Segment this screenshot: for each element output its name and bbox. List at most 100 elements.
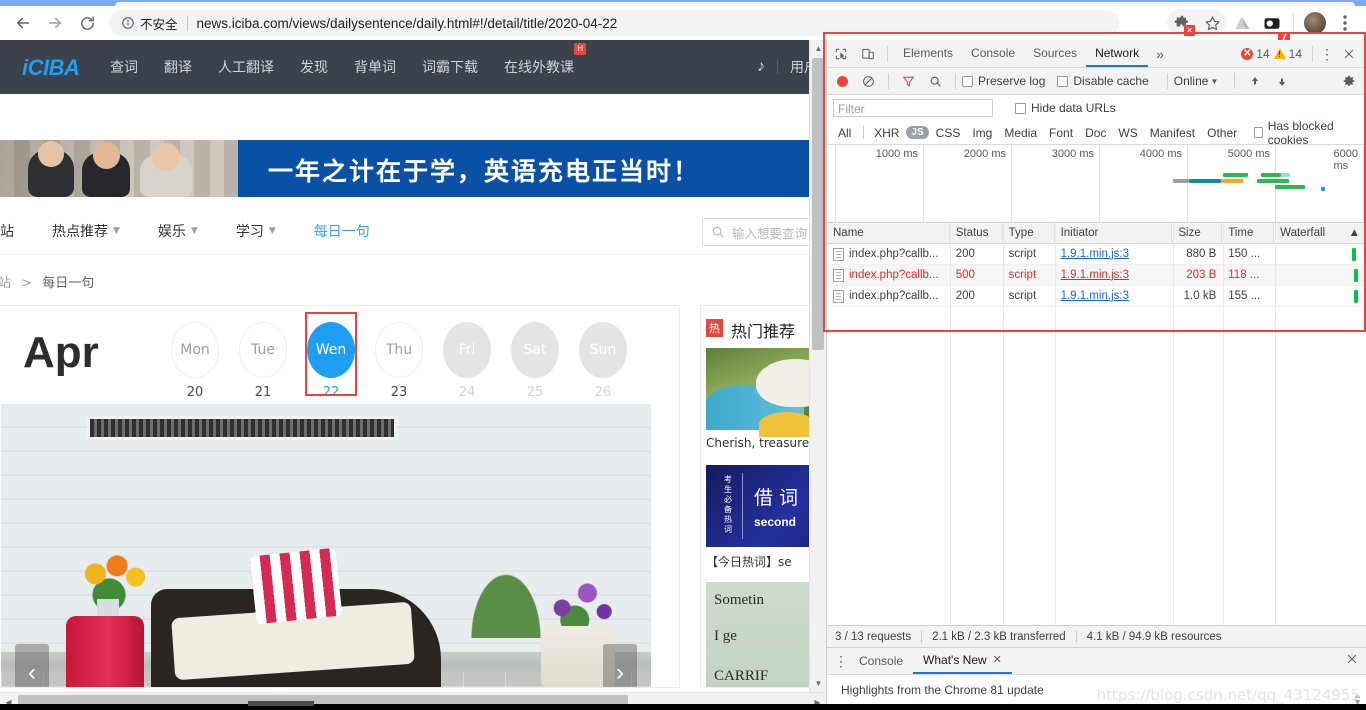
address-bar[interactable]: 不安全 news.iciba.com/views/dailysentence/d… [109, 10, 1119, 36]
type-filter-xhr[interactable]: XHR [869, 125, 904, 141]
list-item[interactable]: Sometin I ge CARRIF [706, 582, 811, 687]
close-icon[interactable]: ✕ [993, 647, 1002, 673]
type-filter-ws[interactable]: WS [1113, 125, 1142, 141]
calendar-day-tue[interactable]: Tue 21 [229, 316, 297, 400]
list-item[interactable]: Cherish, treasure [706, 348, 811, 450]
site-nav-item-3[interactable]: 发现 [300, 57, 328, 77]
record-button[interactable] [837, 75, 848, 87]
disable-cache-label[interactable]: Disable cache [1073, 74, 1148, 88]
calendar-day-mon[interactable]: Mon 20 [161, 316, 229, 400]
type-filter-font[interactable]: Font [1044, 125, 1078, 141]
subnav-item-hot[interactable]: 热点推荐 ▼ [52, 221, 120, 241]
settings-gear-icon[interactable] [1335, 68, 1362, 94]
subnav-item-daily-sentence[interactable]: 每日一句 [314, 221, 370, 241]
subnav-item-entertainment[interactable]: 娱乐 ▼ [158, 221, 198, 241]
column-header-waterfall[interactable]: Waterfall ▲ [1274, 223, 1366, 244]
site-logo[interactable]: iCIBA [22, 55, 80, 81]
disable-cache-checkbox[interactable] [1057, 75, 1069, 87]
drawer-tab-whats-new[interactable]: What's New ✕ [913, 648, 1012, 674]
site-nav-item-2[interactable]: 人工翻译 [218, 57, 274, 77]
site-nav-item-4[interactable]: 背单词 [354, 57, 396, 77]
subnav-item-study[interactable]: 学习 ▼ [236, 221, 276, 241]
network-requests-table[interactable]: Name Status Type Initiator Size Time Wat… [827, 222, 1366, 625]
type-filter-js[interactable]: JS [906, 126, 929, 139]
request-initiator-link[interactable]: 1.9.1.min.js:3 [1061, 290, 1129, 302]
column-header-type[interactable]: Type [1003, 222, 1055, 244]
throttling-select[interactable]: Online [1174, 74, 1209, 88]
music-note-icon[interactable]: ♪ [757, 58, 765, 76]
site-nav-item-1[interactable]: 翻译 [164, 57, 192, 77]
more-tabs-icon[interactable]: » [1148, 46, 1172, 62]
carousel-next-button[interactable]: › [603, 644, 637, 687]
drawer-tab-console[interactable]: Console [849, 648, 913, 674]
hide-data-urls-checkbox[interactable] [1015, 102, 1026, 114]
calendar-day-thu[interactable]: Thu 23 [365, 316, 433, 400]
inspect-element-icon[interactable] [827, 41, 854, 67]
column-header-initiator[interactable]: Initiator [1055, 222, 1173, 244]
clear-icon[interactable] [855, 68, 882, 94]
scroll-down-arrow[interactable]: ▼ [810, 675, 826, 692]
table-row[interactable]: index.php?callb... 500 script 1.9.1.min.… [827, 265, 1366, 286]
network-overview-timeline[interactable]: 1000 ms 2000 ms 3000 ms 4000 ms 5000 ms … [827, 145, 1366, 223]
preserve-log-label[interactable]: Preserve log [978, 74, 1045, 88]
tab-console[interactable]: Console [962, 40, 1024, 67]
chevron-down-icon[interactable]: ▼ [1210, 77, 1218, 86]
hide-data-urls-label[interactable]: Hide data URLs [1031, 101, 1116, 115]
chrome-menu-icon[interactable] [1330, 8, 1360, 38]
device-toolbar-icon[interactable] [854, 41, 881, 67]
drawer-close-icon[interactable] [1346, 652, 1366, 670]
extensions-puzzle-icon[interactable]: ✕ [1167, 8, 1197, 38]
drawer-more-icon[interactable]: ⋮ [833, 654, 849, 668]
column-header-size[interactable]: Size [1172, 222, 1223, 244]
tab-sources[interactable]: Sources [1024, 40, 1086, 67]
type-filter-img[interactable]: Img [967, 125, 997, 141]
type-filter-media[interactable]: Media [999, 125, 1042, 141]
request-initiator-link[interactable]: 1.9.1.min.js:3 [1061, 269, 1129, 281]
profile-avatar[interactable] [1300, 8, 1330, 38]
close-icon[interactable] [1335, 41, 1362, 67]
drive-icon[interactable] [1227, 8, 1257, 38]
preserve-log-checkbox[interactable] [962, 75, 973, 87]
type-filter-manifest[interactable]: Manifest [1145, 125, 1200, 141]
more-options-icon[interactable]: ⋮ [1319, 47, 1335, 61]
site-info-icon[interactable] [121, 16, 135, 30]
search-icon[interactable] [922, 68, 949, 94]
tab-network[interactable]: Network [1086, 40, 1149, 67]
promo-banner[interactable]: 一年之计在于学，英语充电正当时！ [0, 140, 826, 197]
site-nav-item-0[interactable]: 查词 [110, 57, 138, 77]
column-header-name[interactable]: Name [827, 222, 950, 244]
tab-elements[interactable]: Elements [894, 40, 962, 67]
warning-count[interactable]: 14 [1289, 47, 1302, 61]
calendar-day-wen-selected[interactable]: Wen 22 [297, 312, 365, 400]
scroll-up-arrow[interactable]: ▲ [810, 40, 826, 57]
vertical-scrollbar-thumb[interactable] [812, 58, 824, 350]
error-count[interactable]: 14 [1256, 47, 1269, 61]
site-nav-item-6[interactable]: 在线外教课 H [504, 43, 586, 77]
has-blocked-cookies-label[interactable]: Has blocked cookies [1268, 119, 1348, 147]
bookmark-star-icon[interactable] [1197, 8, 1227, 38]
type-filter-other[interactable]: Other [1202, 125, 1242, 141]
export-har-icon[interactable] [1268, 68, 1295, 94]
column-header-status[interactable]: Status [950, 222, 1003, 244]
reload-icon[interactable] [71, 8, 103, 38]
filter-input[interactable]: Filter [833, 99, 993, 117]
list-item[interactable]: 考生必备热词 借 词 second 【今日热词】se [706, 465, 811, 570]
subnav-item-discover[interactable]: 发现站 [0, 221, 14, 241]
page-vertical-scrollbar[interactable]: ▲ ▼ [809, 40, 826, 710]
back-arrow-icon[interactable] [7, 8, 39, 38]
forward-arrow-icon[interactable] [39, 8, 71, 38]
extension-icon[interactable]: 7 [1257, 8, 1290, 44]
table-row[interactable]: index.php?callb... 200 script 1.9.1.min.… [827, 244, 1366, 265]
site-nav-item-5[interactable]: 词霸下载 [422, 57, 478, 77]
import-har-icon[interactable] [1241, 68, 1268, 94]
breadcrumb-root[interactable]: 发现站 [0, 276, 11, 291]
table-row[interactable]: index.php?callb... 200 script 1.9.1.min.… [827, 286, 1366, 307]
type-filter-css[interactable]: CSS [931, 125, 966, 141]
type-filter-doc[interactable]: Doc [1080, 125, 1111, 141]
filter-funnel-icon[interactable] [895, 68, 922, 94]
column-header-time[interactable]: Time [1222, 222, 1275, 244]
type-filter-all[interactable]: All [833, 125, 856, 141]
carousel-prev-button[interactable]: ‹ [15, 644, 49, 687]
request-initiator-link[interactable]: 1.9.1.min.js:3 [1061, 248, 1129, 260]
site-search-box[interactable]: 输入想要查询 [702, 218, 826, 246]
